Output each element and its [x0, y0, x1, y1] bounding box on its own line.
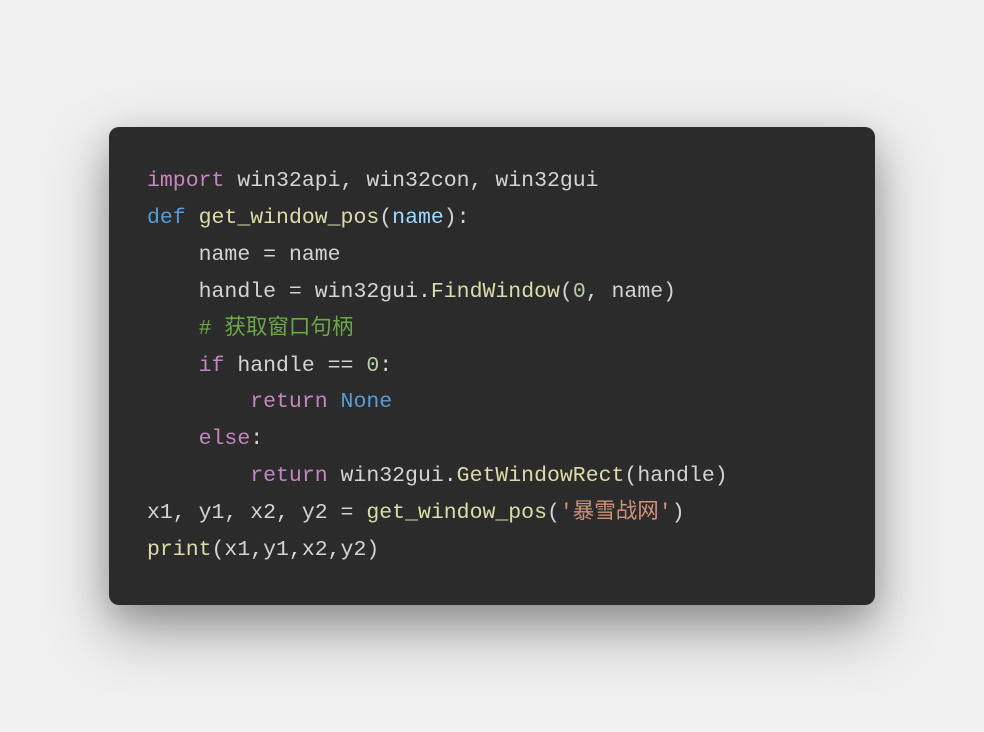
code-line-4: handle = win32gui.FindWindow(0, name) — [147, 274, 837, 311]
var-handle-ref: handle — [237, 354, 314, 378]
code-line-7: return None — [147, 384, 837, 421]
code-line-2: def get_window_pos(name): — [147, 200, 837, 237]
param-name: name — [392, 206, 444, 230]
code-line-3: name = name — [147, 237, 837, 274]
literal-zero: 0 — [366, 354, 379, 378]
const-none: None — [341, 390, 393, 414]
var-rhs: name — [289, 243, 341, 267]
code-line-1: import win32api, win32con, win32gui — [147, 163, 837, 200]
code-line-10: x1, y1, x2, y2 = get_window_pos('暴雪战网') — [147, 495, 837, 532]
code-line-9: return win32gui.GetWindowRect(handle) — [147, 458, 837, 495]
arg-zero: 0 — [573, 280, 586, 304]
method-getwindowrect: GetWindowRect — [457, 464, 625, 488]
print-args: x1,y1,x2,y2 — [224, 538, 366, 562]
tuple-vars: x1, y1, x2, y2 — [147, 501, 328, 525]
code-line-6: if handle == 0: — [147, 348, 837, 385]
keyword-import: import — [147, 169, 224, 193]
arg-name: name — [612, 280, 664, 304]
keyword-else: else — [199, 427, 251, 451]
module-list: win32api, win32con, win32gui — [224, 169, 598, 193]
keyword-if: if — [199, 354, 225, 378]
code-block: import win32api, win32con, win32gui def … — [109, 127, 875, 606]
keyword-return-2: return — [250, 464, 327, 488]
var-handle: handle — [199, 280, 276, 304]
call-print: print — [147, 538, 212, 562]
comment: # 获取窗口句柄 — [199, 317, 354, 341]
code-line-5: # 获取窗口句柄 — [147, 311, 837, 348]
call-getwindowpos: get_window_pos — [366, 501, 547, 525]
var-lhs: name — [199, 243, 251, 267]
code-line-11: print(x1,y1,x2,y2) — [147, 532, 837, 569]
arg-handle: handle — [637, 464, 714, 488]
string-literal: '暴雪战网' — [560, 501, 672, 525]
function-name: get_window_pos — [199, 206, 380, 230]
keyword-def: def — [147, 206, 186, 230]
module-ref-2: win32gui — [341, 464, 444, 488]
code-line-8: else: — [147, 421, 837, 458]
method-findwindow: FindWindow — [431, 280, 560, 304]
module-ref: win32gui — [315, 280, 418, 304]
keyword-return: return — [250, 390, 327, 414]
